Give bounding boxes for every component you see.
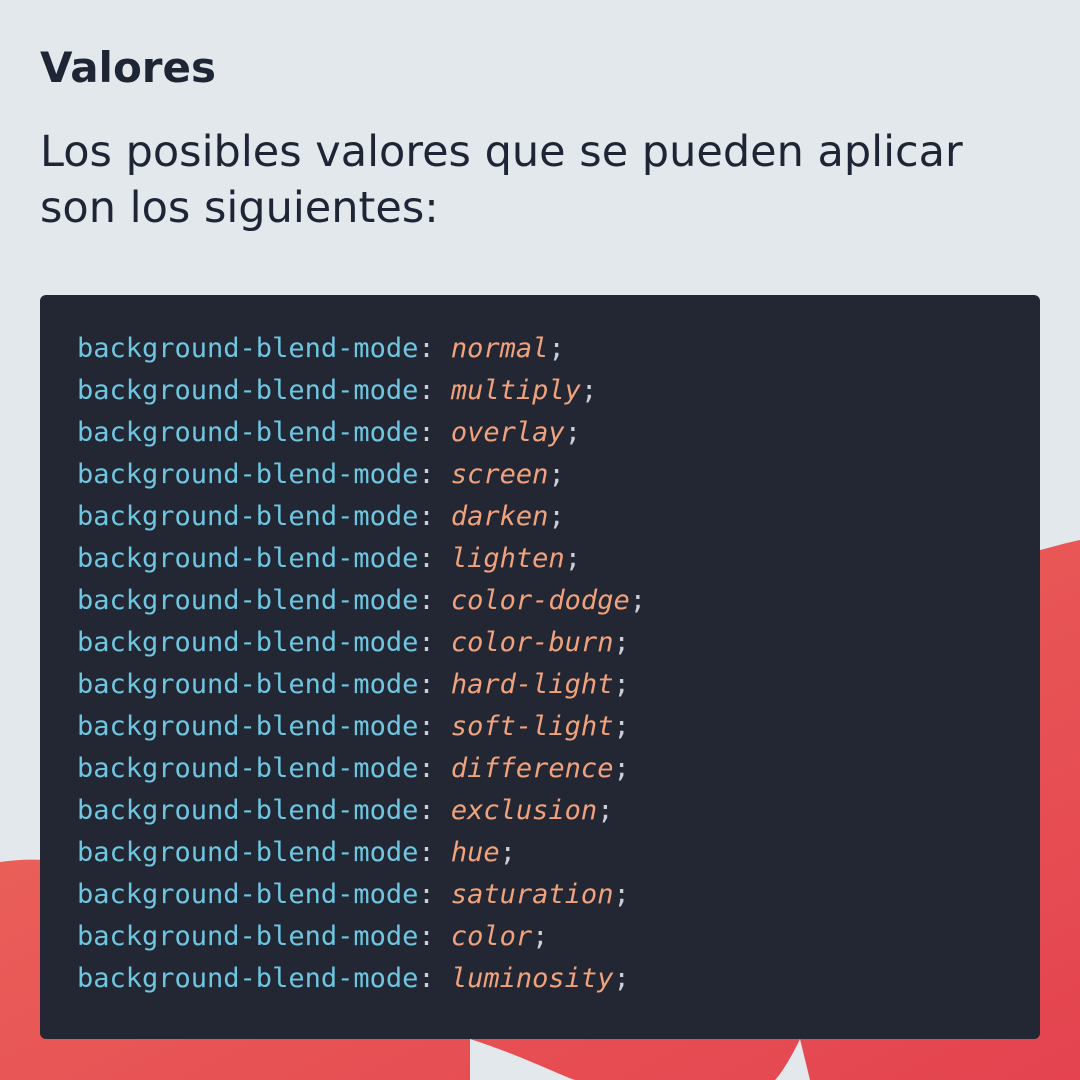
code-semicolon: ; bbox=[613, 879, 630, 910]
code-property: background-blend-mode bbox=[77, 585, 419, 616]
code-colon: : bbox=[418, 501, 451, 532]
code-property: background-blend-mode bbox=[77, 459, 419, 490]
code-value: lighten bbox=[450, 543, 565, 574]
code-semicolon: ; bbox=[532, 921, 549, 952]
code-line: background-blend-mode: color-dodge; bbox=[77, 580, 1040, 622]
code-line: background-blend-mode: hard-light; bbox=[77, 664, 1040, 706]
code-colon: : bbox=[418, 837, 451, 868]
code-colon: : bbox=[418, 333, 451, 364]
code-block: background-blend-mode: normal; backgroun… bbox=[40, 295, 1040, 1039]
code-colon: : bbox=[418, 753, 451, 784]
code-property: background-blend-mode bbox=[77, 795, 419, 826]
code-semicolon: ; bbox=[548, 333, 565, 364]
code-value: hard-light bbox=[450, 669, 614, 700]
code-line: background-blend-mode: lighten; bbox=[77, 538, 1040, 580]
code-property: background-blend-mode bbox=[77, 837, 419, 868]
code-property: background-blend-mode bbox=[77, 501, 419, 532]
code-property: background-blend-mode bbox=[77, 627, 419, 658]
code-colon: : bbox=[418, 543, 451, 574]
code-line: background-blend-mode: luminosity; bbox=[77, 958, 1040, 1000]
code-line: background-blend-mode: normal; bbox=[77, 328, 1040, 370]
code-property: background-blend-mode bbox=[77, 753, 419, 784]
code-line: background-blend-mode: saturation; bbox=[77, 874, 1040, 916]
code-value: luminosity bbox=[450, 963, 614, 994]
code-line: background-blend-mode: soft-light; bbox=[77, 706, 1040, 748]
code-value: multiply bbox=[450, 375, 581, 406]
code-property: background-blend-mode bbox=[77, 669, 419, 700]
code-property: background-blend-mode bbox=[77, 921, 419, 952]
code-colon: : bbox=[418, 963, 451, 994]
code-semicolon: ; bbox=[613, 963, 630, 994]
code-colon: : bbox=[418, 375, 451, 406]
code-property: background-blend-mode bbox=[77, 711, 419, 742]
code-colon: : bbox=[418, 921, 451, 952]
code-line: background-blend-mode: overlay; bbox=[77, 412, 1040, 454]
code-colon: : bbox=[418, 417, 451, 448]
code-semicolon: ; bbox=[564, 543, 581, 574]
code-semicolon: ; bbox=[564, 417, 581, 448]
code-value: saturation bbox=[450, 879, 614, 910]
code-property: background-blend-mode bbox=[77, 879, 419, 910]
code-value: color-burn bbox=[450, 627, 614, 658]
code-semicolon: ; bbox=[597, 795, 614, 826]
code-line: background-blend-mode: multiply; bbox=[77, 370, 1040, 412]
code-property: background-blend-mode bbox=[77, 333, 419, 364]
code-line: background-blend-mode: difference; bbox=[77, 748, 1040, 790]
code-line: background-blend-mode: color-burn; bbox=[77, 622, 1040, 664]
code-value: normal bbox=[450, 333, 549, 364]
code-line: background-blend-mode: hue; bbox=[77, 832, 1040, 874]
code-colon: : bbox=[418, 669, 451, 700]
code-property: background-blend-mode bbox=[77, 963, 419, 994]
code-property: background-blend-mode bbox=[77, 417, 419, 448]
code-value: exclusion bbox=[450, 795, 598, 826]
code-property: background-blend-mode bbox=[77, 543, 419, 574]
code-semicolon: ; bbox=[613, 627, 630, 658]
code-semicolon: ; bbox=[613, 711, 630, 742]
code-semicolon: ; bbox=[613, 753, 630, 784]
code-line: background-blend-mode: color; bbox=[77, 916, 1040, 958]
code-colon: : bbox=[418, 879, 451, 910]
code-semicolon: ; bbox=[629, 585, 646, 616]
code-value: darken bbox=[450, 501, 549, 532]
code-line: background-blend-mode: screen; bbox=[77, 454, 1040, 496]
code-colon: : bbox=[418, 585, 451, 616]
code-semicolon: ; bbox=[580, 375, 598, 406]
code-property: background-blend-mode bbox=[77, 375, 419, 406]
code-line: background-blend-mode: darken; bbox=[77, 496, 1040, 538]
code-value: overlay bbox=[450, 417, 565, 448]
code-semicolon: ; bbox=[499, 837, 516, 868]
code-value: hue bbox=[450, 837, 500, 868]
code-semicolon: ; bbox=[548, 459, 565, 490]
code-value: color-dodge bbox=[450, 585, 630, 616]
code-colon: : bbox=[418, 459, 451, 490]
code-value: difference bbox=[450, 753, 614, 784]
code-semicolon: ; bbox=[613, 669, 630, 700]
code-colon: : bbox=[418, 627, 451, 658]
intro-text: Los posibles valores que se pueden aplic… bbox=[40, 127, 963, 233]
code-colon: : bbox=[418, 795, 451, 826]
code-value: color bbox=[450, 921, 533, 952]
code-line: background-blend-mode: exclusion; bbox=[77, 790, 1040, 832]
code-colon: : bbox=[418, 711, 451, 742]
page-title: Valores bbox=[40, 43, 216, 92]
code-semicolon: ; bbox=[548, 501, 565, 532]
code-value: screen bbox=[450, 459, 549, 490]
code-value: soft-light bbox=[450, 711, 614, 742]
